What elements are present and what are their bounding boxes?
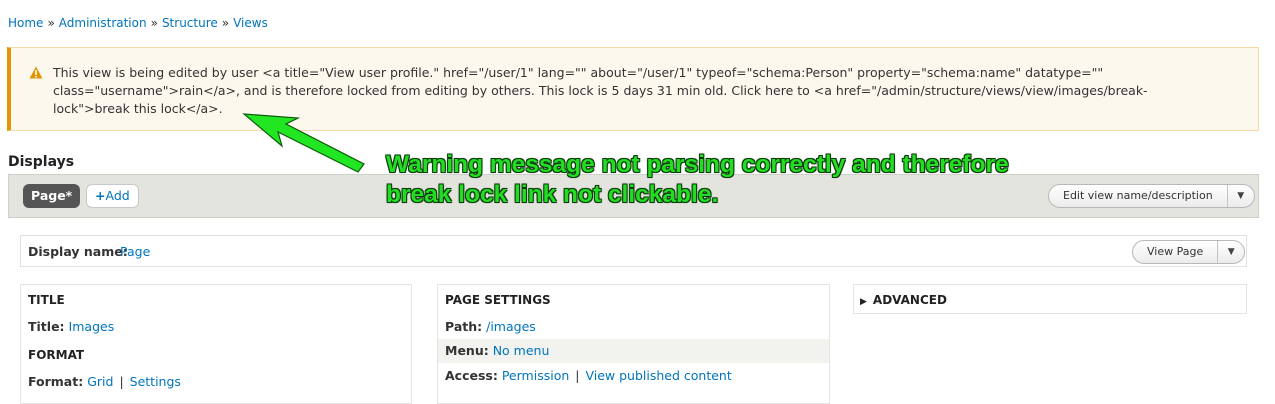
plus-icon: +	[95, 188, 106, 203]
title-label: Title:	[28, 319, 65, 334]
access-value-link[interactable]: Permission	[502, 368, 569, 383]
warning-message: This view is being edited by user <a tit…	[7, 47, 1259, 131]
breadcrumb-separator: »	[47, 16, 55, 30]
breadcrumb-separator: »	[150, 16, 158, 30]
access-permission-link[interactable]: View published content	[585, 368, 731, 383]
format-value-link[interactable]: Grid	[87, 374, 113, 389]
format-settings-link[interactable]: Settings	[130, 374, 181, 389]
warning-triangle-icon	[29, 66, 43, 82]
advanced-header[interactable]: ▶ ADVANCED	[860, 293, 947, 307]
display-name-link[interactable]: Page	[120, 244, 150, 259]
menu-label: Menu:	[445, 343, 489, 358]
display-name-row: Display name: Page View Page ▼	[20, 235, 1247, 267]
access-label: Access:	[445, 368, 498, 383]
add-display-label: Add	[105, 188, 130, 203]
left-column: TITLE Title: Images FORMAT Format: Grid |…	[20, 284, 412, 404]
chevron-down-icon[interactable]: ▼	[1218, 247, 1244, 257]
path-setting: Path: /images	[445, 319, 536, 334]
display-name-label: Display name:	[28, 244, 128, 259]
format-setting: Format: Grid | Settings	[28, 374, 181, 389]
title-section-header: TITLE	[28, 293, 65, 307]
menu-value-link[interactable]: No menu	[493, 343, 550, 358]
breadcrumb-views-link[interactable]: Views	[233, 16, 268, 30]
displays-heading: Displays	[8, 154, 75, 170]
pipe-divider: |	[575, 368, 580, 383]
pipe-divider: |	[119, 374, 124, 389]
triangle-right-icon: ▶	[860, 297, 867, 307]
chevron-down-icon[interactable]: ▼	[1228, 191, 1254, 201]
edit-view-name-dropbutton[interactable]: Edit view name/description ▼	[1048, 184, 1255, 208]
edit-view-name-button[interactable]: Edit view name/description	[1049, 185, 1228, 207]
advanced-label: ADVANCED	[872, 293, 947, 307]
annotation-text: Warning message not parsing correctly an…	[386, 151, 1009, 208]
path-value-link[interactable]: /images	[486, 319, 536, 334]
format-section-header: FORMAT	[28, 348, 85, 362]
format-label: Format:	[28, 374, 84, 389]
breadcrumb-structure-link[interactable]: Structure	[162, 16, 218, 30]
page-settings-header: PAGE SETTINGS	[445, 293, 551, 307]
annotation-arrow-icon	[242, 113, 365, 173]
menu-setting: Menu: No menu	[445, 343, 549, 358]
breadcrumb-separator: »	[221, 16, 230, 30]
advanced-section[interactable]: ▶ ADVANCED	[853, 284, 1247, 314]
title-setting: Title: Images	[28, 319, 114, 334]
middle-column: PAGE SETTINGS Path: /images Menu: No men…	[437, 284, 830, 404]
breadcrumb-administration-link[interactable]: Administration	[59, 16, 147, 30]
access-setting: Access: Permission | View published conten…	[445, 368, 732, 383]
breadcrumb-home-link[interactable]: Home	[8, 16, 43, 30]
tab-page-active[interactable]: Page*	[23, 184, 81, 208]
view-page-dropbutton[interactable]: View Page ▼	[1132, 240, 1246, 264]
path-label: Path:	[445, 319, 483, 334]
warning-text: This view is being edited by user <a tit…	[53, 65, 1148, 116]
breadcrumb: Home» Administration» Structure» Views	[8, 16, 268, 30]
view-page-button[interactable]: View Page	[1133, 241, 1219, 263]
title-value-link[interactable]: Images	[69, 319, 115, 334]
add-display-button[interactable]: +Add	[86, 184, 139, 208]
